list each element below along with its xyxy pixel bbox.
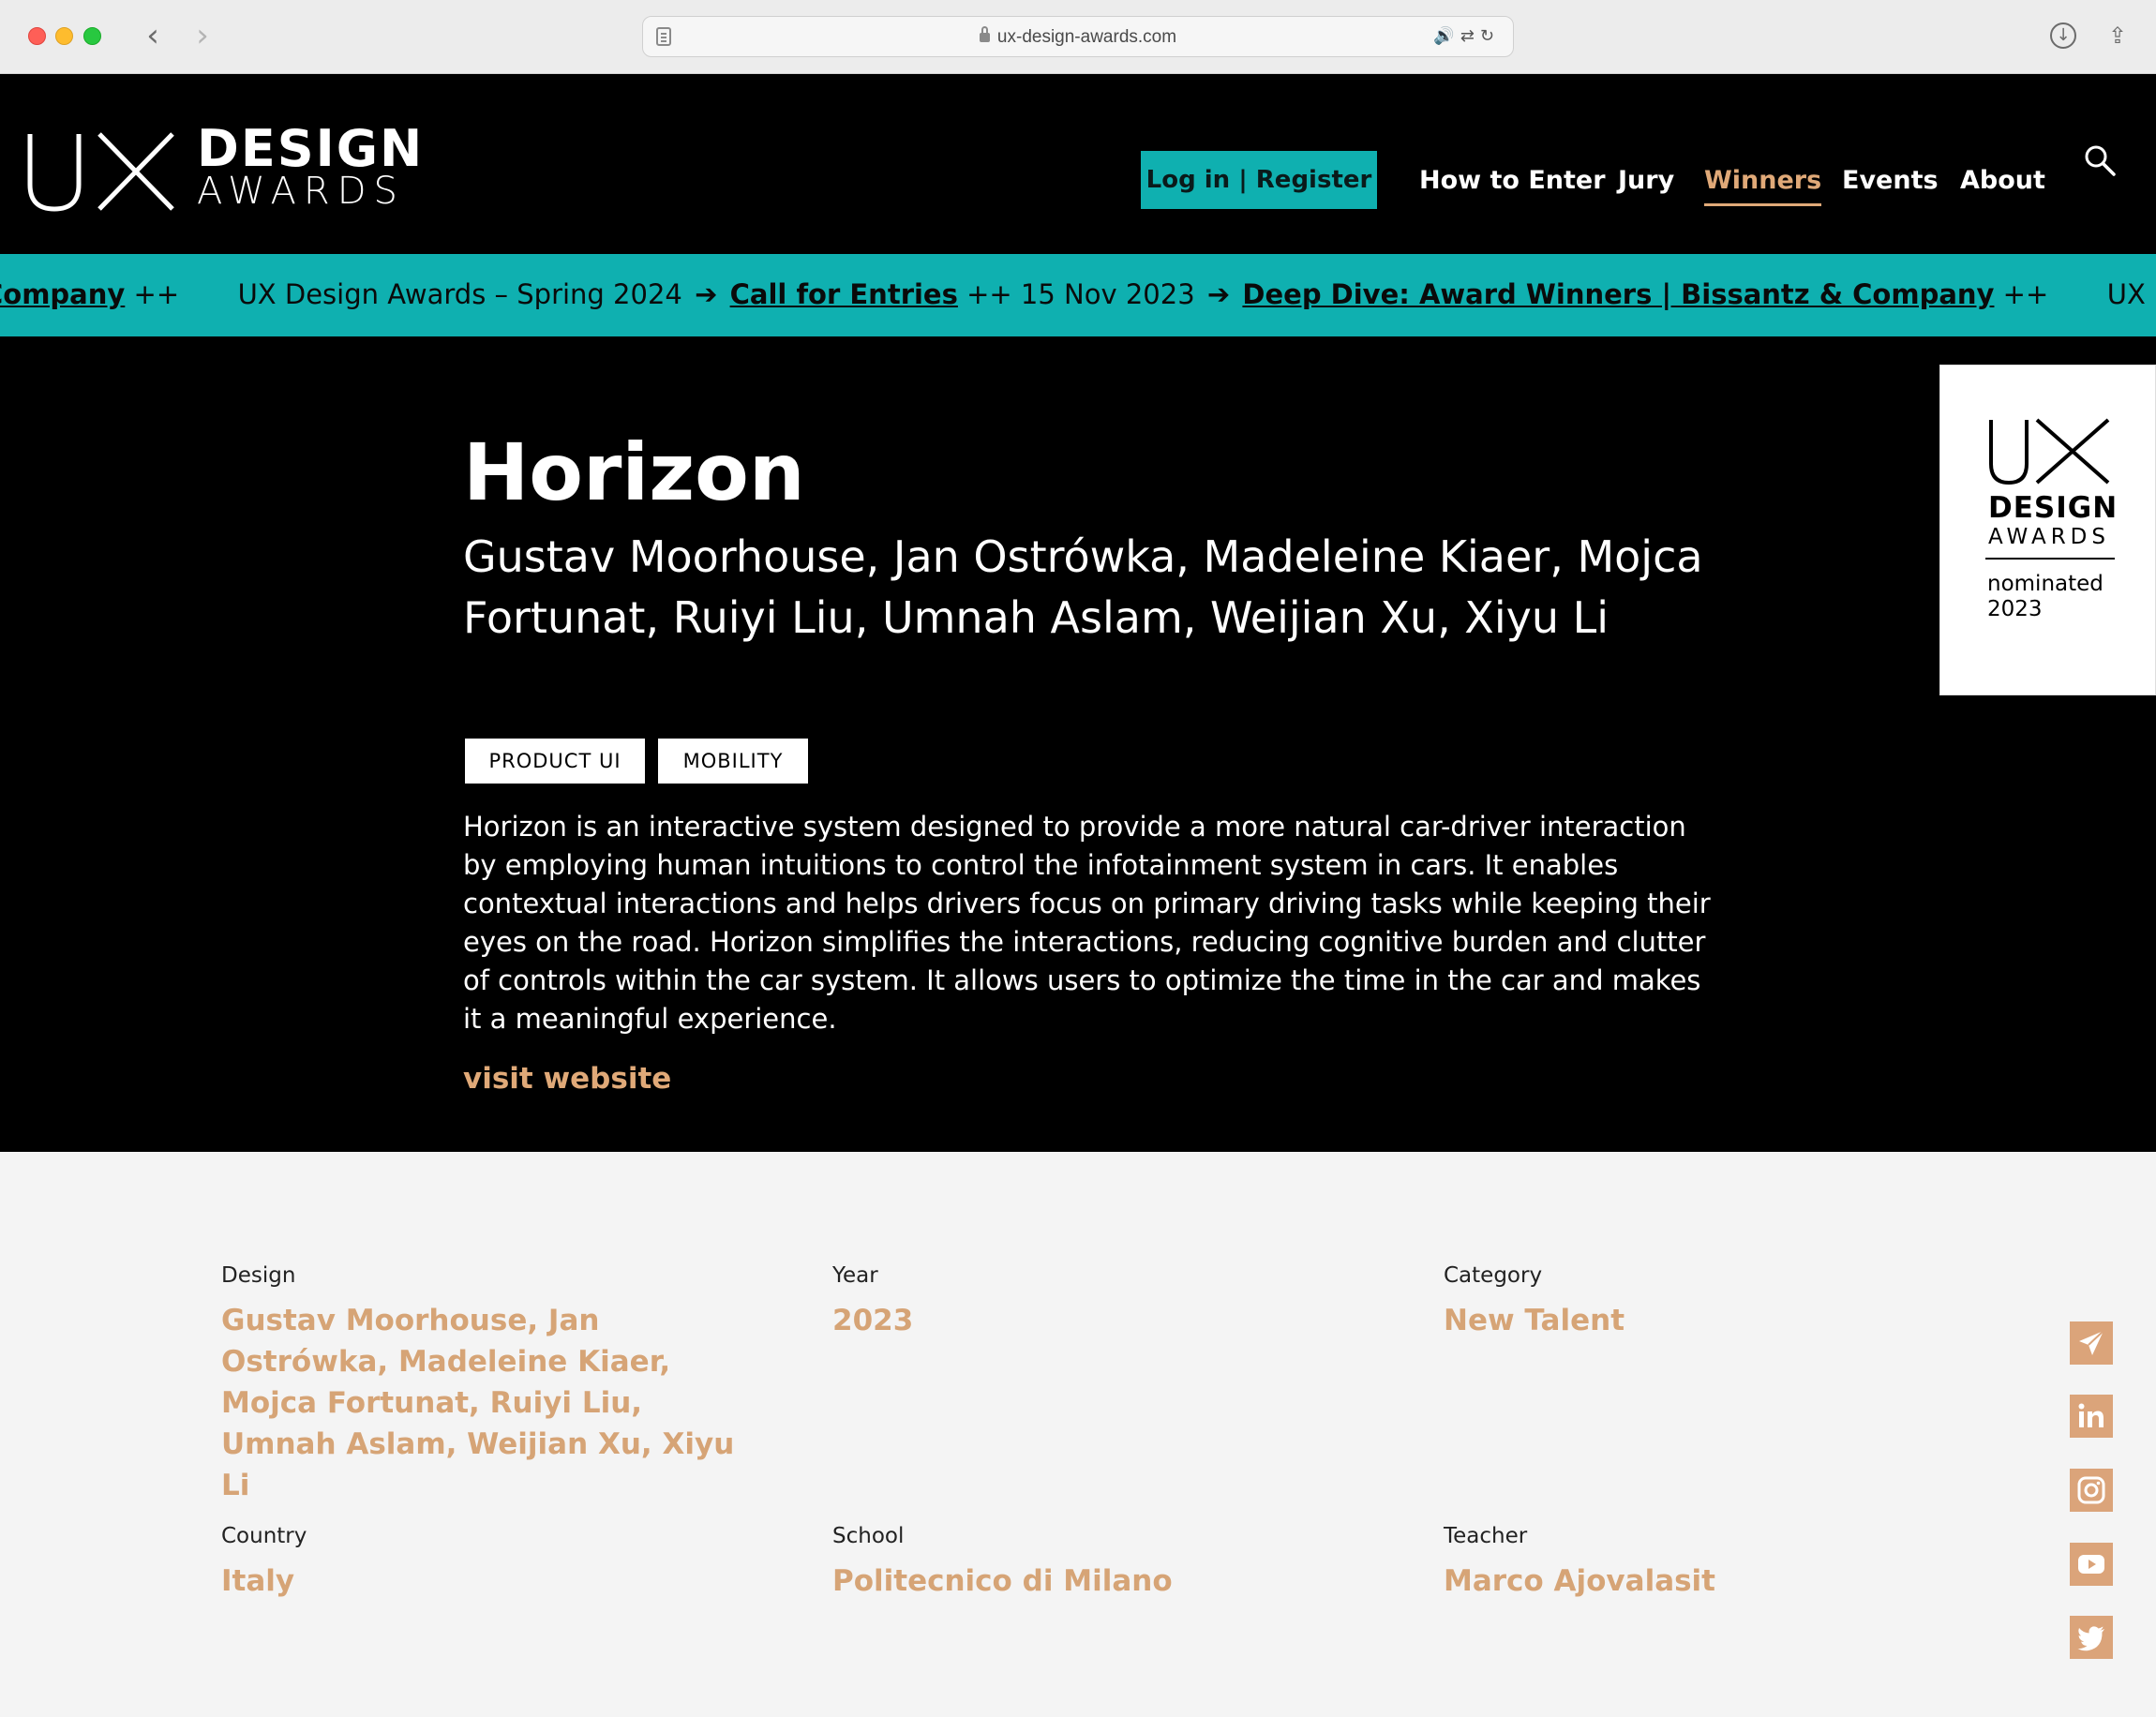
ticker-item-text: UX Design Awards – Spring 2024 bbox=[237, 278, 682, 310]
instagram-button[interactable] bbox=[2070, 1469, 2113, 1512]
maximize-window-button[interactable] bbox=[83, 27, 101, 45]
reload-icon[interactable]: ↻ bbox=[1480, 26, 1500, 46]
school-label: School bbox=[832, 1524, 905, 1548]
design-label: Design bbox=[221, 1263, 296, 1288]
ticker-link-lead[interactable]: Company bbox=[0, 278, 125, 310]
send-icon bbox=[2079, 1330, 2104, 1355]
downloads-icon[interactable]: ↓ bbox=[2050, 22, 2076, 49]
speaker-icon[interactable]: 🔊 bbox=[1433, 26, 1460, 46]
linkedin-button[interactable] bbox=[2070, 1395, 2113, 1438]
nominated-badge: DESIGN AWARDS nominated 2023 bbox=[1939, 365, 2156, 695]
nav-about[interactable]: About bbox=[1960, 166, 2045, 196]
address-bar-actions: 🔊⇄↻ bbox=[1433, 26, 1500, 46]
minimize-window-button[interactable] bbox=[55, 27, 73, 45]
twitter-icon bbox=[2077, 1626, 2104, 1651]
logo-design-text: DESIGN bbox=[197, 119, 425, 178]
instagram-icon bbox=[2077, 1476, 2105, 1504]
ticker-link-deep-dive[interactable]: Deep Dive: Award Winners | Bissantz & Co… bbox=[1242, 278, 1994, 310]
ticker-separator: ++ bbox=[2002, 278, 2049, 310]
nav-how-to-enter[interactable]: How to Enter bbox=[1419, 166, 1606, 196]
share-send-button[interactable] bbox=[2070, 1321, 2113, 1365]
badge-design-text: DESIGN bbox=[1988, 491, 2119, 525]
forward-button[interactable]: › bbox=[186, 19, 219, 52]
ux-logo-mark bbox=[27, 132, 174, 212]
country-value[interactable]: Italy bbox=[221, 1560, 294, 1602]
category-value[interactable]: New Talent bbox=[1444, 1300, 1624, 1341]
category-label: Category bbox=[1444, 1263, 1543, 1288]
project-description: Horizon is an interactive system designe… bbox=[463, 811, 1711, 1035]
nav-jury[interactable]: Jury bbox=[1618, 166, 1674, 196]
visit-website-link[interactable]: visit website bbox=[463, 1060, 671, 1097]
back-button[interactable]: ‹ bbox=[136, 19, 170, 52]
logo-awards-text: AWARDS bbox=[197, 170, 405, 213]
badge-awards-text: AWARDS bbox=[1988, 525, 2110, 549]
ticker-item-text: ++ 15 Nov 2023 bbox=[966, 278, 1195, 310]
news-ticker: Company ++ UX Design Awards – Spring 202… bbox=[0, 254, 2156, 336]
ticker-separator: ++ bbox=[133, 278, 180, 310]
twitter-button[interactable] bbox=[2070, 1616, 2113, 1659]
ticker-item-text: UX Design Awards – Sp bbox=[2106, 278, 2156, 310]
search-icon[interactable] bbox=[2083, 143, 2117, 177]
address-bar[interactable]: ux-design-awards.com 🔊⇄↻ bbox=[642, 16, 1514, 57]
tag-product-ui[interactable]: PRODUCT UI bbox=[465, 739, 645, 784]
login-register-button[interactable]: Log in | Register bbox=[1141, 151, 1377, 209]
url-label: ux-design-awards.com bbox=[996, 27, 1177, 47]
youtube-icon bbox=[2078, 1555, 2104, 1574]
close-window-button[interactable] bbox=[28, 27, 46, 45]
ticker-content: Company ++ UX Design Awards – Spring 202… bbox=[0, 276, 2156, 313]
share-icon[interactable]: ⇪ bbox=[2103, 21, 2133, 51]
nav-events[interactable]: Events bbox=[1842, 166, 1939, 196]
badge-divider bbox=[1985, 558, 2115, 560]
year-value[interactable]: 2023 bbox=[832, 1300, 913, 1341]
tag-mobility[interactable]: MOBILITY bbox=[658, 739, 808, 784]
ticker-link-call-for-entries[interactable]: Call for Entries bbox=[730, 278, 958, 310]
site-header: DESIGN AWARDS Log in | Register How to E… bbox=[0, 74, 2156, 254]
design-value[interactable]: Gustav Moorhouse, Jan Ostrówka, Madelein… bbox=[221, 1300, 746, 1506]
badge-year: 2023 bbox=[1987, 597, 2043, 621]
project-authors: Gustav Moorhouse, Jan Ostrówka, Madelein… bbox=[463, 531, 1703, 643]
teacher-value[interactable]: Marco Ajovalasit bbox=[1444, 1560, 1715, 1602]
arrow-icon: ➔ bbox=[695, 278, 718, 310]
country-label: Country bbox=[221, 1524, 307, 1548]
project-hero: Horizon Gustav Moorhouse, Jan Ostrówka, … bbox=[0, 336, 2156, 1152]
teacher-label: Teacher bbox=[1444, 1524, 1528, 1548]
url-text: ux-design-awards.com bbox=[643, 26, 1513, 48]
school-value[interactable]: Politecnico di Milano bbox=[832, 1560, 1173, 1602]
site-logo[interactable]: DESIGN AWARDS bbox=[26, 121, 422, 215]
browser-toolbar: ‹ › ux-design-awards.com 🔊⇄↻ ↓ ⇪ bbox=[0, 0, 2156, 74]
arrow-icon: ➔ bbox=[1206, 278, 1231, 310]
lock-icon bbox=[979, 26, 990, 42]
linkedin-icon bbox=[2078, 1403, 2104, 1427]
project-title: Horizon bbox=[463, 426, 805, 518]
youtube-button[interactable] bbox=[2070, 1543, 2113, 1586]
badge-ux-mark bbox=[1989, 418, 2110, 485]
translate-icon[interactable]: ⇄ bbox=[1460, 26, 1480, 46]
project-details: Design Gustav Moorhouse, Jan Ostrówka, M… bbox=[0, 1152, 2156, 1717]
nav-winners[interactable]: Winners bbox=[1704, 166, 1822, 206]
year-label: Year bbox=[832, 1263, 878, 1288]
badge-status: nominated bbox=[1987, 572, 2104, 596]
